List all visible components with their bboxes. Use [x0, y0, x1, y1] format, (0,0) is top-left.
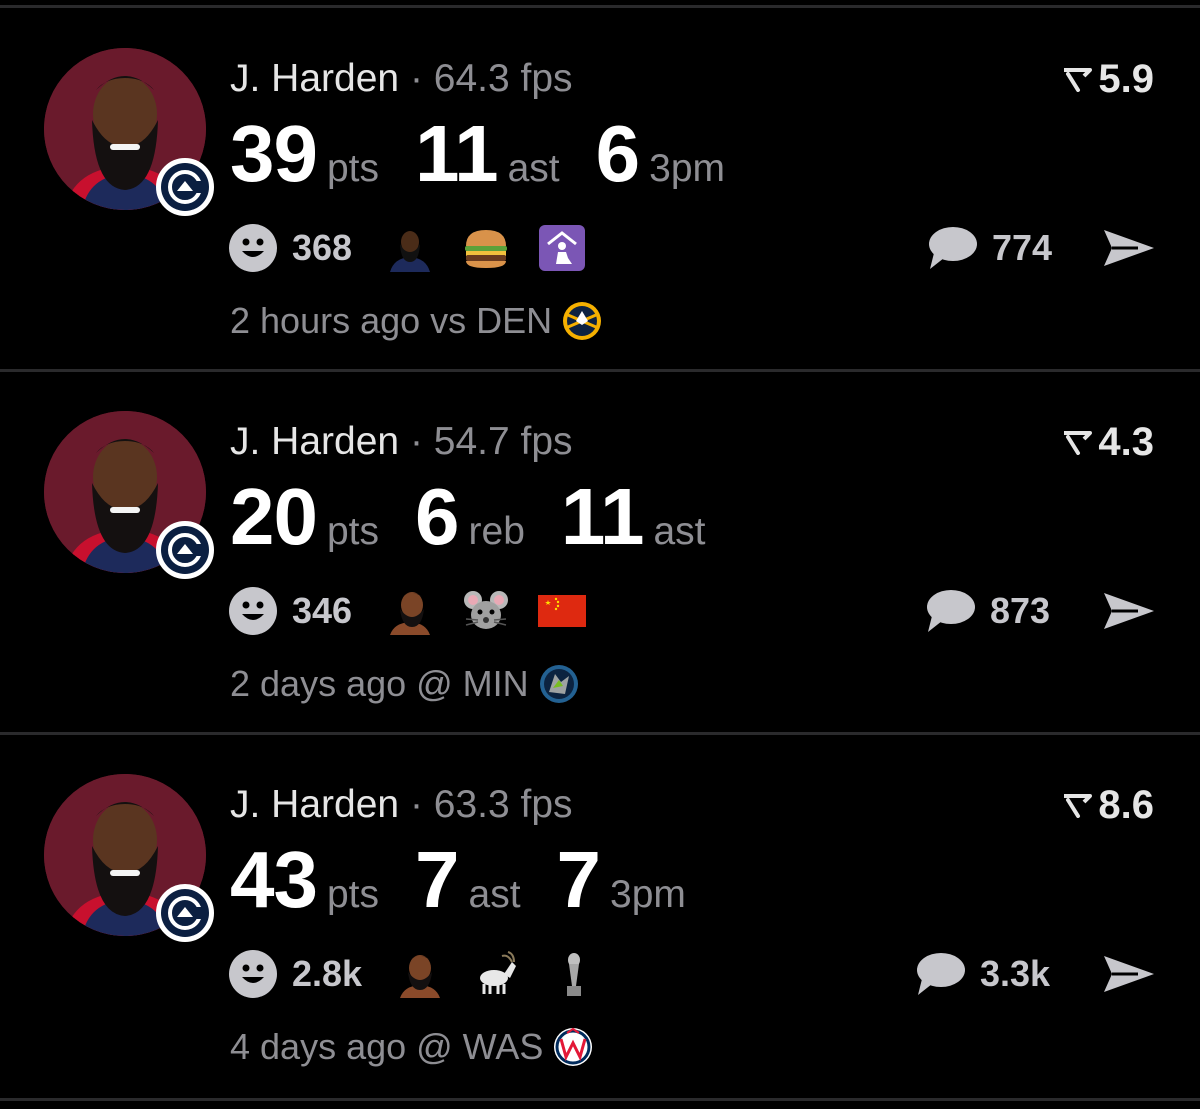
reactions-count: 368 [292, 227, 353, 268]
rating-value: 5.9 [1098, 56, 1154, 101]
stat-value: 11 [560, 472, 645, 561]
place-of-worship-emoji[interactable] [538, 224, 586, 272]
game-info: 2 hours ago vs DEN [230, 298, 602, 344]
comment-bubble-icon [927, 590, 975, 632]
wizards-logo-icon [554, 1027, 593, 1066]
player-header: J. Harden · 63.3 fps [230, 782, 573, 828]
share-icon[interactable] [1102, 952, 1156, 996]
nuggets-logo-icon [563, 302, 602, 340]
rating: 4.3 [1062, 419, 1154, 465]
reactions-row: 368 [228, 220, 614, 276]
stat-value: 7 [415, 835, 459, 924]
comments-count: 3.3k [980, 953, 1051, 994]
reactions-count: 2.8k [292, 953, 363, 994]
comment-bubble-icon [929, 227, 977, 269]
fantasy-points: 54.7 fps [433, 420, 573, 463]
stat-label: pts [326, 510, 380, 553]
trophy-emoji[interactable] [548, 950, 596, 998]
comments[interactable]: 774 [926, 220, 1052, 276]
share-icon[interactable] [1102, 589, 1156, 633]
stat-label: ast [653, 510, 706, 553]
hamburger-emoji[interactable] [462, 224, 510, 272]
feed-card[interactable]: J. Harden · 64.3 fps 5.9 39 pts 11 ast 6… [0, 8, 1200, 371]
share-icon[interactable] [1102, 226, 1156, 270]
rating-value: 8.6 [1098, 782, 1154, 827]
reactions-row: 2.8k [228, 946, 624, 1002]
stat-value: 6 [595, 109, 640, 198]
stat-value: 6 [415, 472, 459, 561]
player-name[interactable]: J. Harden [230, 420, 399, 463]
fantasy-points: 63.3 fps [433, 783, 573, 826]
stat-label: ast [468, 873, 521, 916]
rating-value: 4.3 [1098, 419, 1154, 464]
team-badge-icon [156, 158, 214, 216]
smiley-reaction-icon[interactable] [228, 949, 278, 999]
stat-label: 3pm [610, 873, 686, 916]
stat-label: pts [326, 147, 380, 190]
stat-line: 43 pts 7 ast 7 3pm [230, 834, 722, 924]
player-name[interactable]: J. Harden [230, 57, 399, 100]
comments-count: 873 [990, 590, 1051, 631]
game-time: 4 days ago @ WAS [230, 1026, 544, 1067]
comments[interactable]: 3.3k [914, 946, 1050, 1002]
rating-icon [1064, 431, 1093, 455]
timberwolves-logo-icon [539, 665, 578, 703]
stat-value: 43 [230, 835, 318, 924]
comments-count: 774 [992, 227, 1053, 268]
stat-value: 7 [556, 835, 601, 924]
stat-line: 20 pts 6 reb 11 ast [230, 471, 742, 561]
separator: · [409, 420, 423, 463]
game-time: 2 days ago @ MIN [230, 663, 529, 704]
stat-label: pts [326, 873, 380, 916]
bottom-divider [0, 1098, 1200, 1101]
rating-icon [1064, 68, 1093, 92]
harden-face-emoji[interactable] [386, 224, 434, 272]
comments[interactable]: 873 [924, 583, 1050, 639]
stat-value: 11 [415, 109, 499, 198]
team-badge-icon [156, 884, 214, 942]
rating: 5.9 [1062, 56, 1154, 102]
stat-value: 20 [230, 472, 318, 561]
stat-label: ast [507, 147, 560, 190]
reactions-count: 346 [292, 590, 353, 631]
harden-face-emoji[interactable] [386, 587, 434, 635]
player-header: J. Harden · 64.3 fps [230, 56, 573, 102]
separator: · [409, 783, 423, 826]
game-time: 2 hours ago vs DEN [230, 300, 553, 341]
rating: 8.6 [1062, 782, 1154, 828]
goat-emoji[interactable] [472, 950, 520, 998]
comment-bubble-icon [917, 953, 965, 995]
team-badge-icon [156, 521, 214, 579]
separator: · [409, 57, 423, 100]
harden-face-emoji[interactable] [396, 950, 444, 998]
fantasy-points: 64.3 fps [433, 57, 573, 100]
feed-card[interactable]: J. Harden · 63.3 fps 8.6 43 pts 7 ast 7 … [0, 734, 1200, 1097]
rating-icon [1064, 794, 1093, 818]
stat-value: 39 [230, 109, 318, 198]
smiley-reaction-icon[interactable] [228, 586, 278, 636]
player-name[interactable]: J. Harden [230, 783, 399, 826]
mouse-emoji[interactable] [462, 587, 510, 635]
china-flag-emoji[interactable] [538, 587, 587, 635]
game-info: 2 days ago @ MIN [230, 661, 579, 707]
smiley-reaction-icon[interactable] [228, 223, 278, 273]
game-info: 4 days ago @ WAS [230, 1024, 593, 1070]
stat-label: 3pm [649, 147, 725, 190]
feed-card[interactable]: J. Harden · 54.7 fps 4.3 20 pts 6 reb 11… [0, 371, 1200, 734]
stat-line: 39 pts 11 ast 6 3pm [230, 108, 761, 198]
stat-label: reb [468, 510, 525, 553]
reactions-row: 346 [228, 583, 614, 639]
player-header: J. Harden · 54.7 fps [230, 419, 573, 465]
